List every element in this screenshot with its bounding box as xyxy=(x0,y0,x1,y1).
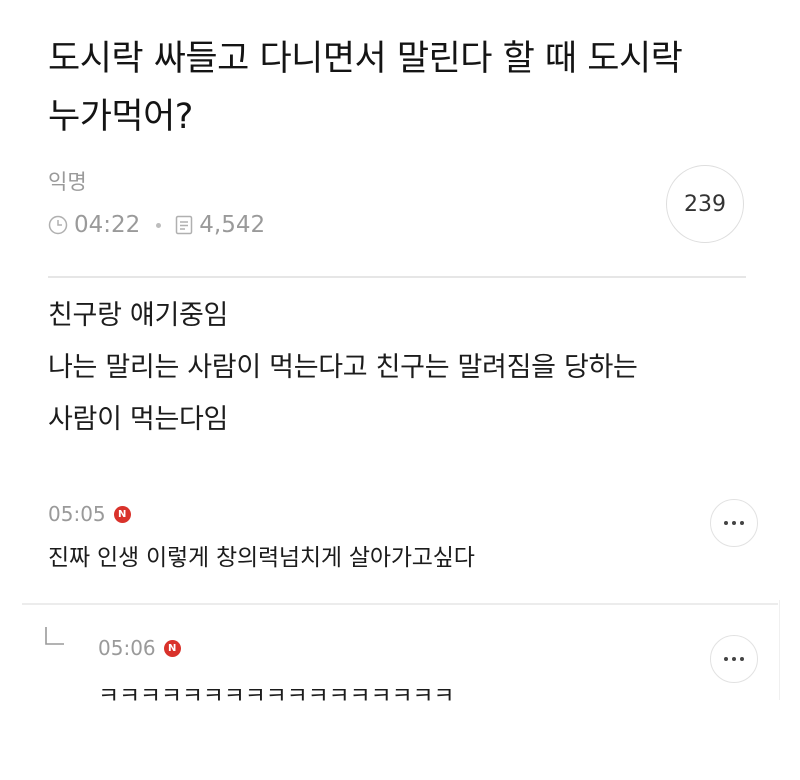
more-options-icon xyxy=(724,521,728,525)
more-options-icon xyxy=(724,657,728,661)
post-title-line: 도시락 싸들고 다니면서 말린다 할 때 도시락 xyxy=(48,39,683,79)
comment-time: 05:06 xyxy=(98,636,156,660)
comment-time: 05:05 xyxy=(48,502,106,526)
new-badge-icon: N xyxy=(113,505,131,523)
post-author: 익명 xyxy=(48,170,87,194)
comment-more-button[interactable] xyxy=(710,499,758,547)
clock-icon xyxy=(48,215,68,235)
comment-more-button[interactable] xyxy=(710,635,758,683)
reply-arrow-icon xyxy=(44,626,66,652)
post-meta: 04:22 4,542 xyxy=(48,210,265,240)
edge-line xyxy=(779,600,780,700)
post-view-count: 4,542 xyxy=(199,212,266,238)
post-body-line: 친구랑 얘기중임 xyxy=(48,300,229,331)
post-body-line: 사람이 먹는다임 xyxy=(48,404,229,435)
comment: 05:05 N 진짜 인생 이렇게 창의력넘치게 살아가고싶다 xyxy=(48,500,475,572)
comment-text: ㅋㅋㅋㅋㅋㅋㅋㅋㅋㅋㅋㅋㅋㅋㅋㅋㅋ xyxy=(98,683,455,709)
comment-text: 진짜 인생 이렇게 창의력넘치게 살아가고싶다 xyxy=(48,545,475,571)
comment-count-button[interactable]: 239 xyxy=(666,165,744,243)
post-body: 친구랑 얘기중임 나는 말리는 사람이 먹는다고 친구는 말려짐을 당하는 사람… xyxy=(48,290,768,446)
meta-separator xyxy=(156,222,162,228)
post-title-line: 누가먹어? xyxy=(48,97,193,137)
new-badge-icon: N xyxy=(163,639,181,657)
divider xyxy=(22,603,778,605)
post-time: 04:22 xyxy=(74,212,141,238)
post-title: 도시락 싸들고 다니면서 말린다 할 때 도시락 누가먹어? xyxy=(48,30,768,146)
divider xyxy=(48,276,746,278)
post-body-line: 나는 말리는 사람이 먹는다고 친구는 말려짐을 당하는 xyxy=(48,352,638,383)
document-icon xyxy=(175,215,193,235)
reply-comment: 05:06 N ㅋㅋㅋㅋㅋㅋㅋㅋㅋㅋㅋㅋㅋㅋㅋㅋㅋ xyxy=(98,634,455,710)
